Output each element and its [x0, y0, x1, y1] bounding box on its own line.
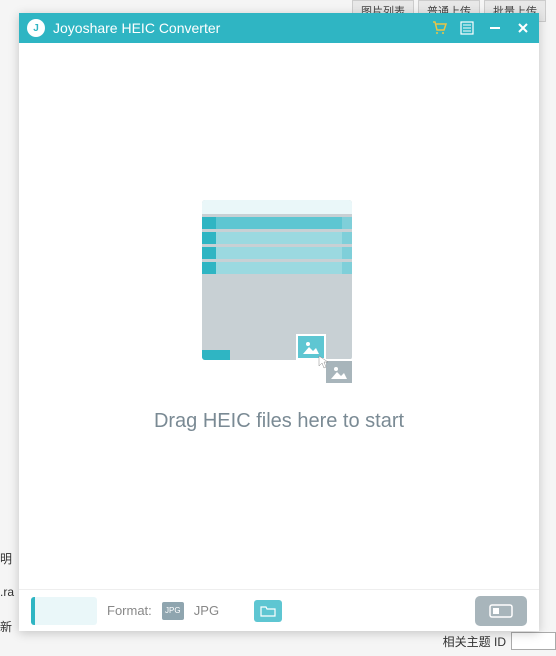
cart-icon[interactable] — [431, 20, 447, 36]
convert-button[interactable] — [475, 596, 527, 626]
titlebar: J Joyoshare HEIC Converter — [19, 13, 539, 43]
list-icon[interactable] — [459, 20, 475, 36]
drop-zone[interactable]: Drag HEIC files here to start — [19, 43, 539, 589]
drop-illustration — [194, 200, 364, 390]
bg-ra-label: .ra — [0, 585, 14, 599]
app-title: Joyoshare HEIC Converter — [53, 20, 431, 36]
illustration-window-icon — [202, 200, 352, 360]
format-badge-text: JPG — [165, 606, 181, 615]
app-logo: J — [27, 19, 45, 37]
app-window: J Joyoshare HEIC Converter — [19, 13, 539, 631]
bg-bottom-input[interactable] — [511, 632, 556, 650]
bg-bottom-label: 相关主题 ID — [443, 633, 506, 650]
format-badge-icon[interactable]: JPG — [162, 602, 184, 620]
format-value[interactable]: JPG — [194, 603, 244, 618]
bottom-toolbar: Format: JPG JPG — [19, 589, 539, 631]
app-logo-text: J — [33, 23, 39, 34]
add-files-button[interactable] — [31, 597, 97, 625]
minimize-icon[interactable] — [487, 20, 503, 36]
drop-text: Drag HEIC files here to start — [154, 410, 404, 433]
titlebar-actions — [431, 20, 531, 36]
bg-left-label: 明 — [0, 550, 12, 567]
illustration-cursor-icon — [318, 355, 330, 372]
format-label: Format: — [107, 603, 152, 618]
close-icon[interactable] — [515, 20, 531, 36]
output-folder-button[interactable] — [254, 600, 282, 622]
bg-xin-label: 新 — [0, 618, 12, 635]
